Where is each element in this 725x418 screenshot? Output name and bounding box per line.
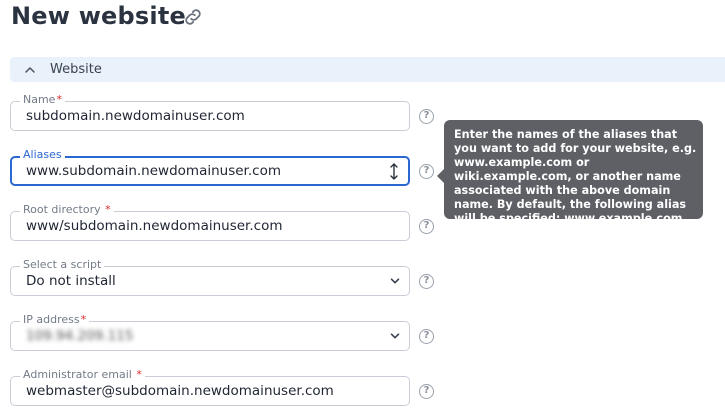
- required-mark: *: [105, 203, 111, 216]
- chevron-up-icon: [25, 66, 35, 73]
- admin-email-label: Administrator email *: [20, 368, 145, 382]
- chevron-down-icon: [390, 278, 400, 284]
- ip-address-label: IP address*: [20, 313, 90, 327]
- required-mark: *: [56, 93, 62, 106]
- link-icon[interactable]: [182, 6, 204, 28]
- required-mark: *: [136, 368, 142, 381]
- script-select[interactable]: Select a script Do not install: [10, 258, 410, 296]
- name-help-icon[interactable]: ?: [419, 109, 434, 124]
- aliases-field[interactable]: Aliases www.subdomain.newdomainuser.com: [10, 148, 410, 186]
- name-label: Name*: [20, 93, 65, 107]
- admin-email-field[interactable]: Administrator email * webmaster@subdomai…: [10, 368, 410, 406]
- admin-email-help-icon[interactable]: ?: [419, 384, 434, 399]
- resize-handle-icon[interactable]: [389, 162, 399, 181]
- script-value: Do not install: [26, 273, 116, 289]
- required-mark: *: [80, 313, 87, 326]
- ip-address-value: 109.94.209.115: [26, 328, 134, 344]
- aliases-tooltip: Enter the names of the aliases that you …: [437, 120, 703, 225]
- website-section-header[interactable]: Website: [10, 57, 725, 82]
- script-label: Select a script: [20, 258, 105, 272]
- aliases-value: www.subdomain.newdomainuser.com: [26, 163, 281, 179]
- aliases-label: Aliases: [20, 148, 65, 162]
- admin-email-value: webmaster@subdomain.newdomainuser.com: [26, 383, 334, 399]
- page-title: New website: [11, 2, 186, 30]
- ip-address-select[interactable]: IP address* 109.94.209.115: [10, 313, 410, 351]
- root-directory-field[interactable]: Root directory * www/subdomain.newdomain…: [10, 203, 410, 241]
- name-field[interactable]: Name* subdomain.newdomainuser.com: [10, 93, 410, 131]
- root-directory-help-icon[interactable]: ?: [419, 219, 434, 234]
- chevron-down-icon: [390, 333, 400, 339]
- name-value: subdomain.newdomainuser.com: [26, 108, 245, 124]
- root-directory-value: www/subdomain.newdomainuser.com: [26, 218, 283, 234]
- section-title: Website: [50, 62, 102, 77]
- ip-address-help-icon[interactable]: ?: [419, 329, 434, 344]
- aliases-help-icon[interactable]: ?: [419, 164, 434, 179]
- root-directory-label: Root directory *: [20, 203, 114, 217]
- script-help-icon[interactable]: ?: [419, 274, 434, 289]
